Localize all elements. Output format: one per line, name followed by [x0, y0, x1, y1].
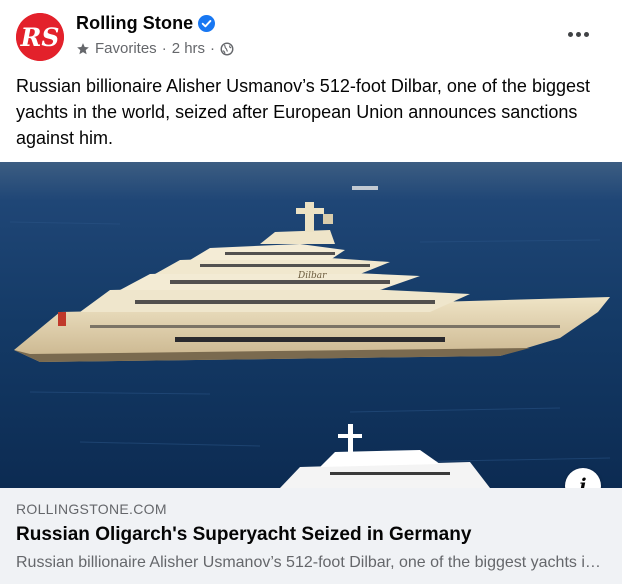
star-icon — [77, 42, 89, 54]
link-domain: ROLLINGSTONE.COM — [16, 501, 167, 517]
link-description: Russian billionaire Alisher Usmanov’s 51… — [16, 554, 606, 571]
verified-badge-icon — [198, 15, 215, 32]
post-header: RS Rolling Stone Favorites · 2 hrs · — [0, 0, 622, 66]
globe-icon[interactable] — [220, 42, 234, 56]
avatar-logo-text: RS — [20, 23, 60, 52]
hull-name-text: Dilbar — [297, 271, 327, 281]
meta-separator: · — [161, 40, 167, 57]
post-meta: Favorites · 2 hrs · — [76, 40, 234, 57]
rolling-stone-logo: RS — [16, 13, 64, 61]
meta-separator-2: · — [210, 40, 216, 57]
link-preview[interactable]: ROLLINGSTONE.COM Russian Oligarch's Supe… — [0, 488, 622, 584]
post-image[interactable]: Dilbar — [0, 162, 622, 488]
link-title[interactable]: Russian Oligarch's Superyacht Seized in … — [16, 524, 471, 546]
more-options-icon[interactable] — [562, 22, 594, 46]
post-timestamp[interactable]: 2 hrs — [172, 40, 205, 57]
post-caption: Russian billionaire Alisher Usmanov’s 51… — [16, 76, 590, 148]
audience-label[interactable]: Favorites — [95, 40, 157, 57]
page-avatar[interactable]: RS — [16, 13, 64, 61]
page-name-link[interactable]: Rolling Stone — [76, 13, 193, 34]
feed-post: RS Rolling Stone Favorites · 2 hrs · Rus… — [0, 0, 622, 584]
yacht-photo: Dilbar — [0, 162, 622, 488]
